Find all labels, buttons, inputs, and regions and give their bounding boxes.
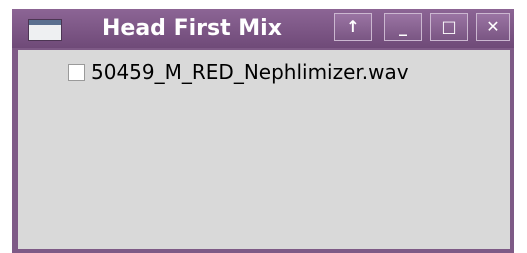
- list-item[interactable]: 50459_M_RED_Nephlimizer.wav: [68, 60, 409, 84]
- item-checkbox[interactable]: [68, 63, 85, 81]
- title-bar[interactable]: Head First Mix ↑ _ □ ✕: [12, 9, 514, 48]
- maximize-button[interactable]: □: [430, 13, 468, 41]
- shade-up-button[interactable]: ↑: [334, 13, 372, 41]
- window-title: Head First Mix: [102, 16, 282, 41]
- minimize-button[interactable]: _: [384, 13, 422, 41]
- file-list: 50459_M_RED_Nephlimizer.wav: [18, 50, 510, 249]
- item-label: 50459_M_RED_Nephlimizer.wav: [91, 60, 409, 84]
- app-window: Head First Mix ↑ _ □ ✕ 50459_M_RED_Nephl…: [12, 9, 514, 253]
- window-icon[interactable]: [28, 19, 62, 41]
- close-button[interactable]: ✕: [476, 13, 510, 41]
